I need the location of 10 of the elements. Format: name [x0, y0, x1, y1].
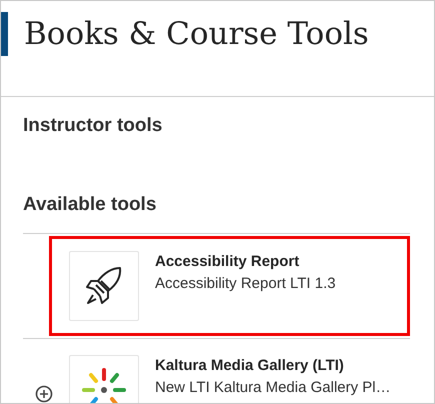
add-icon[interactable]	[35, 382, 53, 401]
tool-name[interactable]: Kaltura Media Gallery (LTI)	[155, 354, 391, 377]
rocket-icon	[84, 264, 124, 307]
tool-name[interactable]: Accessibility Report	[155, 250, 336, 273]
accent-bar	[1, 12, 8, 56]
tool-description: Accessibility Report LTI 1.3	[155, 274, 336, 294]
section-heading: Available tools	[22, 194, 158, 217]
page-title: Books & Course Tools	[24, 15, 369, 54]
section-heading: Instructor tools	[22, 115, 164, 138]
tool-description: New LTI Kaltura Media Gallery Pl…	[155, 378, 391, 398]
